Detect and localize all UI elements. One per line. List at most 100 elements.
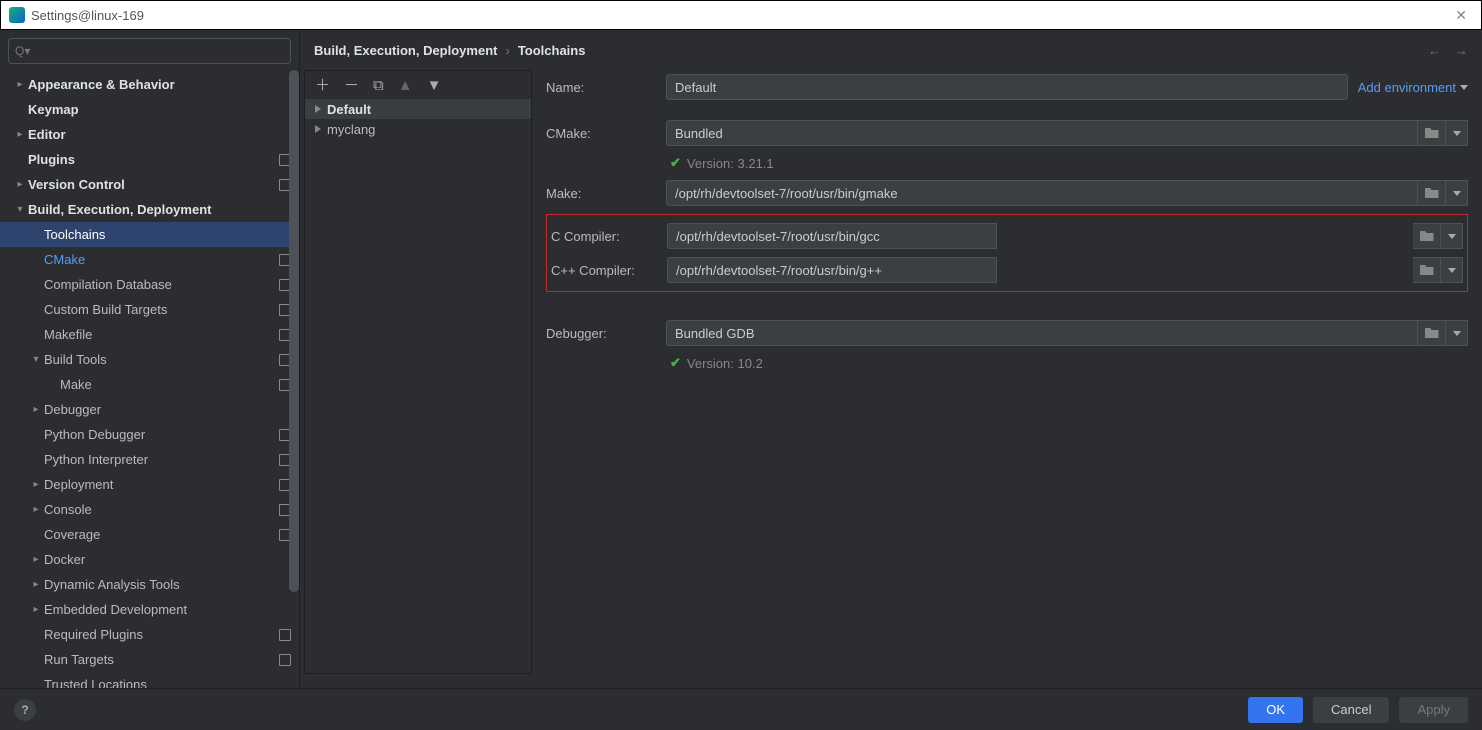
chevron-icon: ▸ (28, 579, 44, 590)
tree-item-coverage[interactable]: Coverage (0, 522, 299, 547)
tree-item-label: Custom Build Targets (44, 302, 279, 317)
tree-item-keymap[interactable]: Keymap (0, 97, 299, 122)
cmake-dropdown-button[interactable] (1446, 120, 1468, 146)
cxx-compiler-field[interactable]: /opt/rh/devtoolset-7/root/usr/bin/g++ (667, 257, 997, 283)
tree-item-label: Keymap (28, 102, 291, 117)
cmake-label: CMake: (546, 126, 666, 141)
tree-item-build-tools[interactable]: ▾Build Tools (0, 347, 299, 372)
breadcrumb-current: Toolchains (518, 43, 586, 58)
move-up-icon[interactable]: ▲ (398, 78, 413, 93)
cxx-compiler-browse-button[interactable] (1413, 257, 1441, 283)
add-environment-link[interactable]: Add environment (1358, 80, 1468, 95)
tree-item-appearance-behavior[interactable]: ▸Appearance & Behavior (0, 72, 299, 97)
make-browse-button[interactable] (1418, 180, 1446, 206)
settings-tree: ▸Appearance & BehaviorKeymap▸EditorPlugi… (0, 72, 299, 688)
tree-item-embedded-development[interactable]: ▸Embedded Development (0, 597, 299, 622)
check-icon: ✔ (670, 355, 681, 371)
tree-item-required-plugins[interactable]: Required Plugins (0, 622, 299, 647)
settings-sidebar: Q▾ ▸Appearance & BehaviorKeymap▸EditorPl… (0, 30, 300, 688)
tree-item-label: Python Interpreter (44, 452, 279, 467)
tree-item-console[interactable]: ▸Console (0, 497, 299, 522)
toolchain-name: myclang (327, 122, 375, 137)
tree-item-custom-build-targets[interactable]: Custom Build Targets (0, 297, 299, 322)
copy-icon[interactable]: ⧉ (373, 78, 384, 93)
make-field[interactable]: /opt/rh/devtoolset-7/root/usr/bin/gmake (666, 180, 1418, 206)
remove-icon[interactable]: － (344, 78, 359, 93)
tree-item-label: Build Tools (44, 352, 279, 367)
tree-item-docker[interactable]: ▸Docker (0, 547, 299, 572)
apply-button[interactable]: Apply (1399, 697, 1468, 723)
search-input[interactable] (30, 44, 284, 59)
name-field[interactable]: Default (666, 74, 1348, 100)
check-icon: ✔ (670, 155, 681, 171)
tree-item-run-targets[interactable]: Run Targets (0, 647, 299, 672)
cxx-compiler-dropdown-button[interactable] (1441, 257, 1463, 283)
breadcrumb-root[interactable]: Build, Execution, Deployment (314, 43, 497, 58)
tree-item-version-control[interactable]: ▸Version Control (0, 172, 299, 197)
tree-item-debugger[interactable]: ▸Debugger (0, 397, 299, 422)
c-compiler-dropdown-button[interactable] (1441, 223, 1463, 249)
tree-item-python-debugger[interactable]: Python Debugger (0, 422, 299, 447)
tree-item-python-interpreter[interactable]: Python Interpreter (0, 447, 299, 472)
tree-item-trusted-locations[interactable]: Trusted Locations (0, 672, 299, 688)
debugger-dropdown-button[interactable] (1446, 320, 1468, 346)
chevron-icon: ▸ (12, 179, 28, 190)
nav-back-icon[interactable]: ← (1428, 43, 1441, 58)
nav-forward-icon[interactable]: → (1455, 43, 1468, 58)
sidebar-scrollbar[interactable] (289, 70, 299, 684)
cmake-field[interactable]: Bundled (666, 120, 1418, 146)
folder-icon (1425, 128, 1439, 138)
toolchain-item-default[interactable]: Default (305, 99, 531, 119)
tree-item-label: Appearance & Behavior (28, 77, 291, 92)
chevron-down-icon (1460, 85, 1468, 90)
debugger-version: ✔Version: 10.2 (546, 352, 1468, 374)
tree-item-dynamic-analysis-tools[interactable]: ▸Dynamic Analysis Tools (0, 572, 299, 597)
tree-item-make[interactable]: Make (0, 372, 299, 397)
c-compiler-field[interactable]: /opt/rh/devtoolset-7/root/usr/bin/gcc (667, 223, 997, 249)
tree-item-deployment[interactable]: ▸Deployment (0, 472, 299, 497)
chevron-icon: ▸ (28, 554, 44, 565)
tree-item-label: Make (60, 377, 279, 392)
tree-item-compilation-database[interactable]: Compilation Database (0, 272, 299, 297)
debugger-label: Debugger: (546, 326, 666, 341)
chevron-icon: ▾ (12, 204, 28, 215)
tree-item-toolchains[interactable]: Toolchains (0, 222, 299, 247)
help-button[interactable]: ? (14, 699, 36, 721)
tree-item-label: Coverage (44, 527, 279, 542)
debugger-browse-button[interactable] (1418, 320, 1446, 346)
cancel-button[interactable]: Cancel (1313, 697, 1389, 723)
tree-item-label: Required Plugins (44, 627, 279, 642)
cxx-compiler-label: C++ Compiler: (551, 263, 667, 278)
move-down-icon[interactable]: ▼ (427, 78, 442, 93)
tree-item-label: Makefile (44, 327, 279, 342)
tree-item-label: Python Debugger (44, 427, 279, 442)
cmake-browse-button[interactable] (1418, 120, 1446, 146)
debugger-field[interactable]: Bundled GDB (666, 320, 1418, 346)
tree-item-plugins[interactable]: Plugins (0, 147, 299, 172)
add-icon[interactable]: ＋ (315, 78, 330, 93)
title-bar: Settings@linux-169 ✕ (0, 0, 1482, 30)
tree-item-makefile[interactable]: Makefile (0, 322, 299, 347)
tree-item-label: Version Control (28, 177, 279, 192)
tree-item-cmake[interactable]: CMake (0, 247, 299, 272)
tree-item-build-execution-deployment[interactable]: ▾Build, Execution, Deployment (0, 197, 299, 222)
make-dropdown-button[interactable] (1446, 180, 1468, 206)
c-compiler-browse-button[interactable] (1413, 223, 1441, 249)
tree-item-label: Build, Execution, Deployment (28, 202, 291, 217)
toolchain-name: Default (327, 102, 371, 117)
ok-button[interactable]: OK (1248, 697, 1303, 723)
tree-item-editor[interactable]: ▸Editor (0, 122, 299, 147)
tree-item-label: Deployment (44, 477, 279, 492)
chevron-icon: ▸ (28, 504, 44, 515)
cmake-version: ✔Version: 3.21.1 (546, 152, 1468, 174)
chevron-icon: ▸ (28, 479, 44, 490)
tree-item-label: Compilation Database (44, 277, 279, 292)
search-box[interactable]: Q▾ (8, 38, 291, 64)
toolchain-item-myclang[interactable]: myclang (305, 119, 531, 139)
tree-item-label: Toolchains (44, 227, 291, 242)
toolchain-icon (315, 105, 321, 113)
tree-item-label: Run Targets (44, 652, 279, 667)
dialog-footer: ? OK Cancel Apply (0, 688, 1482, 730)
close-icon[interactable]: ✕ (1449, 7, 1473, 24)
tree-item-label: Docker (44, 552, 291, 567)
